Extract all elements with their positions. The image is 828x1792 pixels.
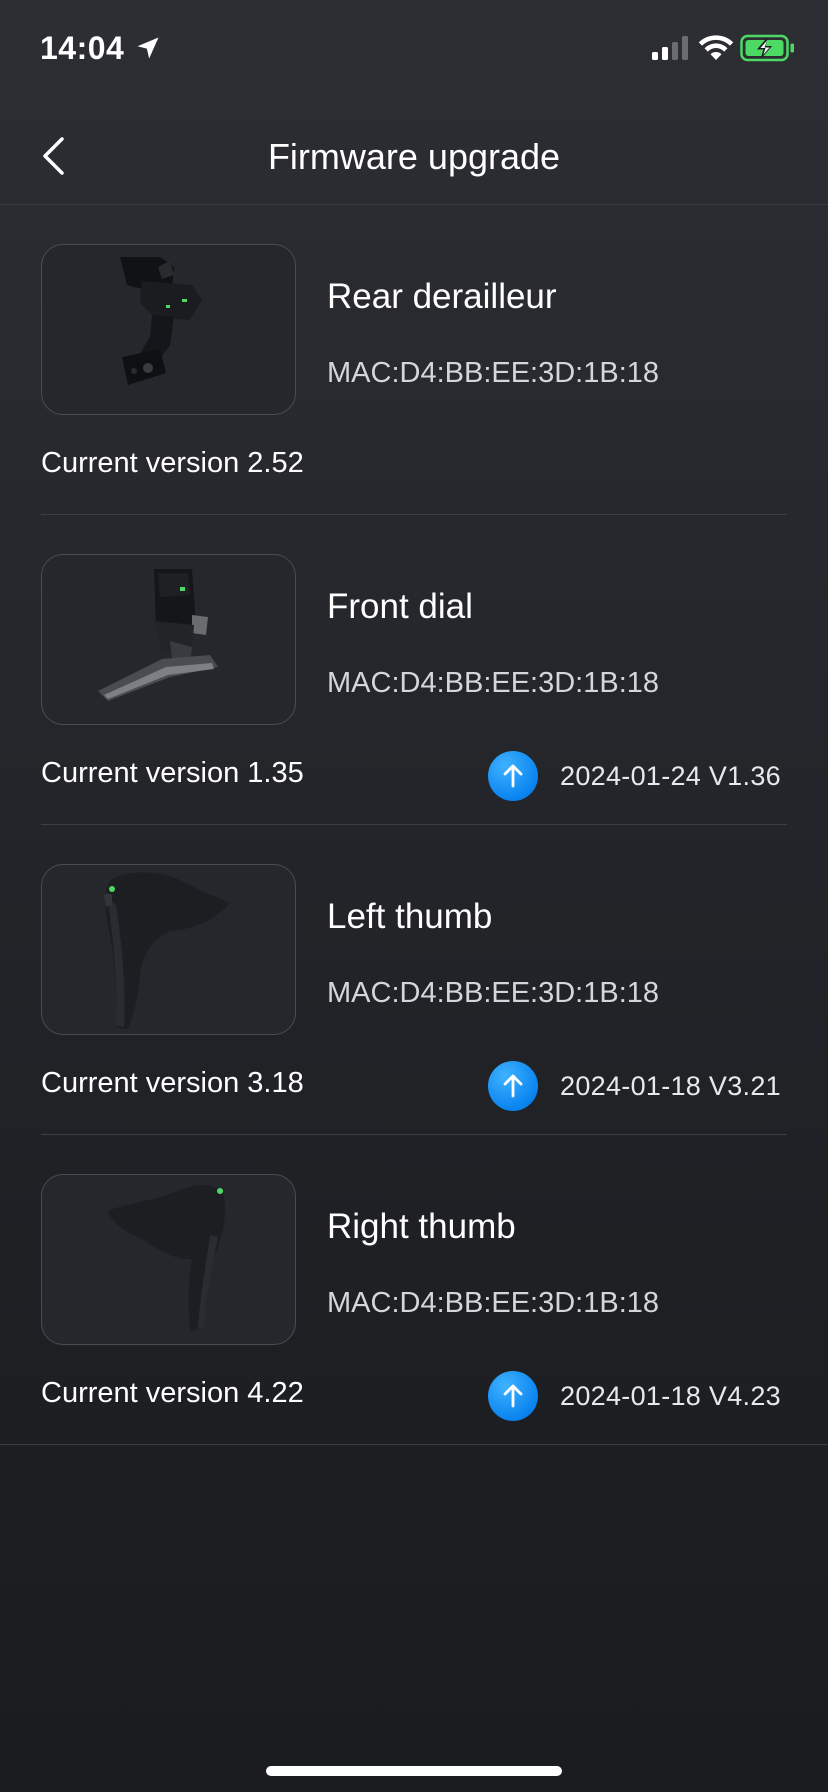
device-item-front-dial[interactable]: Front dial MAC:D4:BB:EE:3D:1B:18 Current… <box>41 515 787 825</box>
update-available[interactable]: 2024-01-18 V3.21 <box>488 1061 781 1111</box>
update-available[interactable]: 2024-01-24 V1.36 <box>488 751 781 801</box>
update-version: 2024-01-18 V4.23 <box>560 1380 781 1411</box>
arrow-up-icon <box>503 1074 523 1098</box>
status-bar: 14:04 <box>0 0 828 100</box>
device-item-left-thumb[interactable]: Left thumb MAC:D4:BB:EE:3D:1B:18 Current… <box>41 825 787 1135</box>
device-name: Left thumb <box>327 897 493 936</box>
left-shifter-image <box>41 864 296 1035</box>
device-item-right-thumb[interactable]: Right thumb MAC:D4:BB:EE:3D:1B:18 Curren… <box>0 1135 828 1445</box>
navigation-bar: Firmware upgrade <box>0 100 828 205</box>
page-title: Firmware upgrade <box>267 136 561 177</box>
current-version: Current version 3.18 <box>41 1067 304 1099</box>
update-version: 2024-01-18 V3.21 <box>560 1070 781 1101</box>
arrow-up-icon <box>503 764 523 788</box>
device-mac-address: MAC:D4:BB:EE:3D:1B:18 <box>327 977 660 1009</box>
status-time: 14:04 <box>40 30 125 66</box>
front-derailleur-image <box>41 554 296 725</box>
arrow-up-icon <box>503 1384 523 1408</box>
home-indicator[interactable] <box>266 1766 562 1776</box>
update-version: 2024-01-24 V1.36 <box>560 760 781 791</box>
device-name: Front dial <box>327 587 473 626</box>
wifi-icon <box>698 35 734 60</box>
right-shifter-image <box>41 1174 296 1345</box>
update-button[interactable] <box>488 751 539 801</box>
device-mac-address: MAC:D4:BB:EE:3D:1B:18 <box>327 1287 660 1319</box>
update-button[interactable] <box>488 1061 539 1111</box>
battery-charging-icon <box>740 34 794 62</box>
rear-derailleur-image <box>41 244 296 415</box>
device-mac-address: MAC:D4:BB:EE:3D:1B:18 <box>327 667 660 699</box>
current-version: Current version 4.22 <box>41 1377 304 1409</box>
device-list: Rear derailleur MAC:D4:BB:EE:3D:1B:18 Cu… <box>0 205 828 1445</box>
cellular-signal-icon <box>652 36 688 60</box>
current-version: Current version 1.35 <box>41 757 304 789</box>
current-version: Current version 2.52 <box>41 447 304 479</box>
location-arrow-icon <box>137 37 159 59</box>
device-name: Right thumb <box>327 1207 516 1246</box>
update-button[interactable] <box>488 1371 539 1421</box>
device-mac-address: MAC:D4:BB:EE:3D:1B:18 <box>327 357 660 389</box>
device-name: Rear derailleur <box>327 277 557 316</box>
update-available[interactable]: 2024-01-18 V4.23 <box>488 1371 781 1421</box>
device-item-rear-derailleur[interactable]: Rear derailleur MAC:D4:BB:EE:3D:1B:18 Cu… <box>41 205 787 515</box>
